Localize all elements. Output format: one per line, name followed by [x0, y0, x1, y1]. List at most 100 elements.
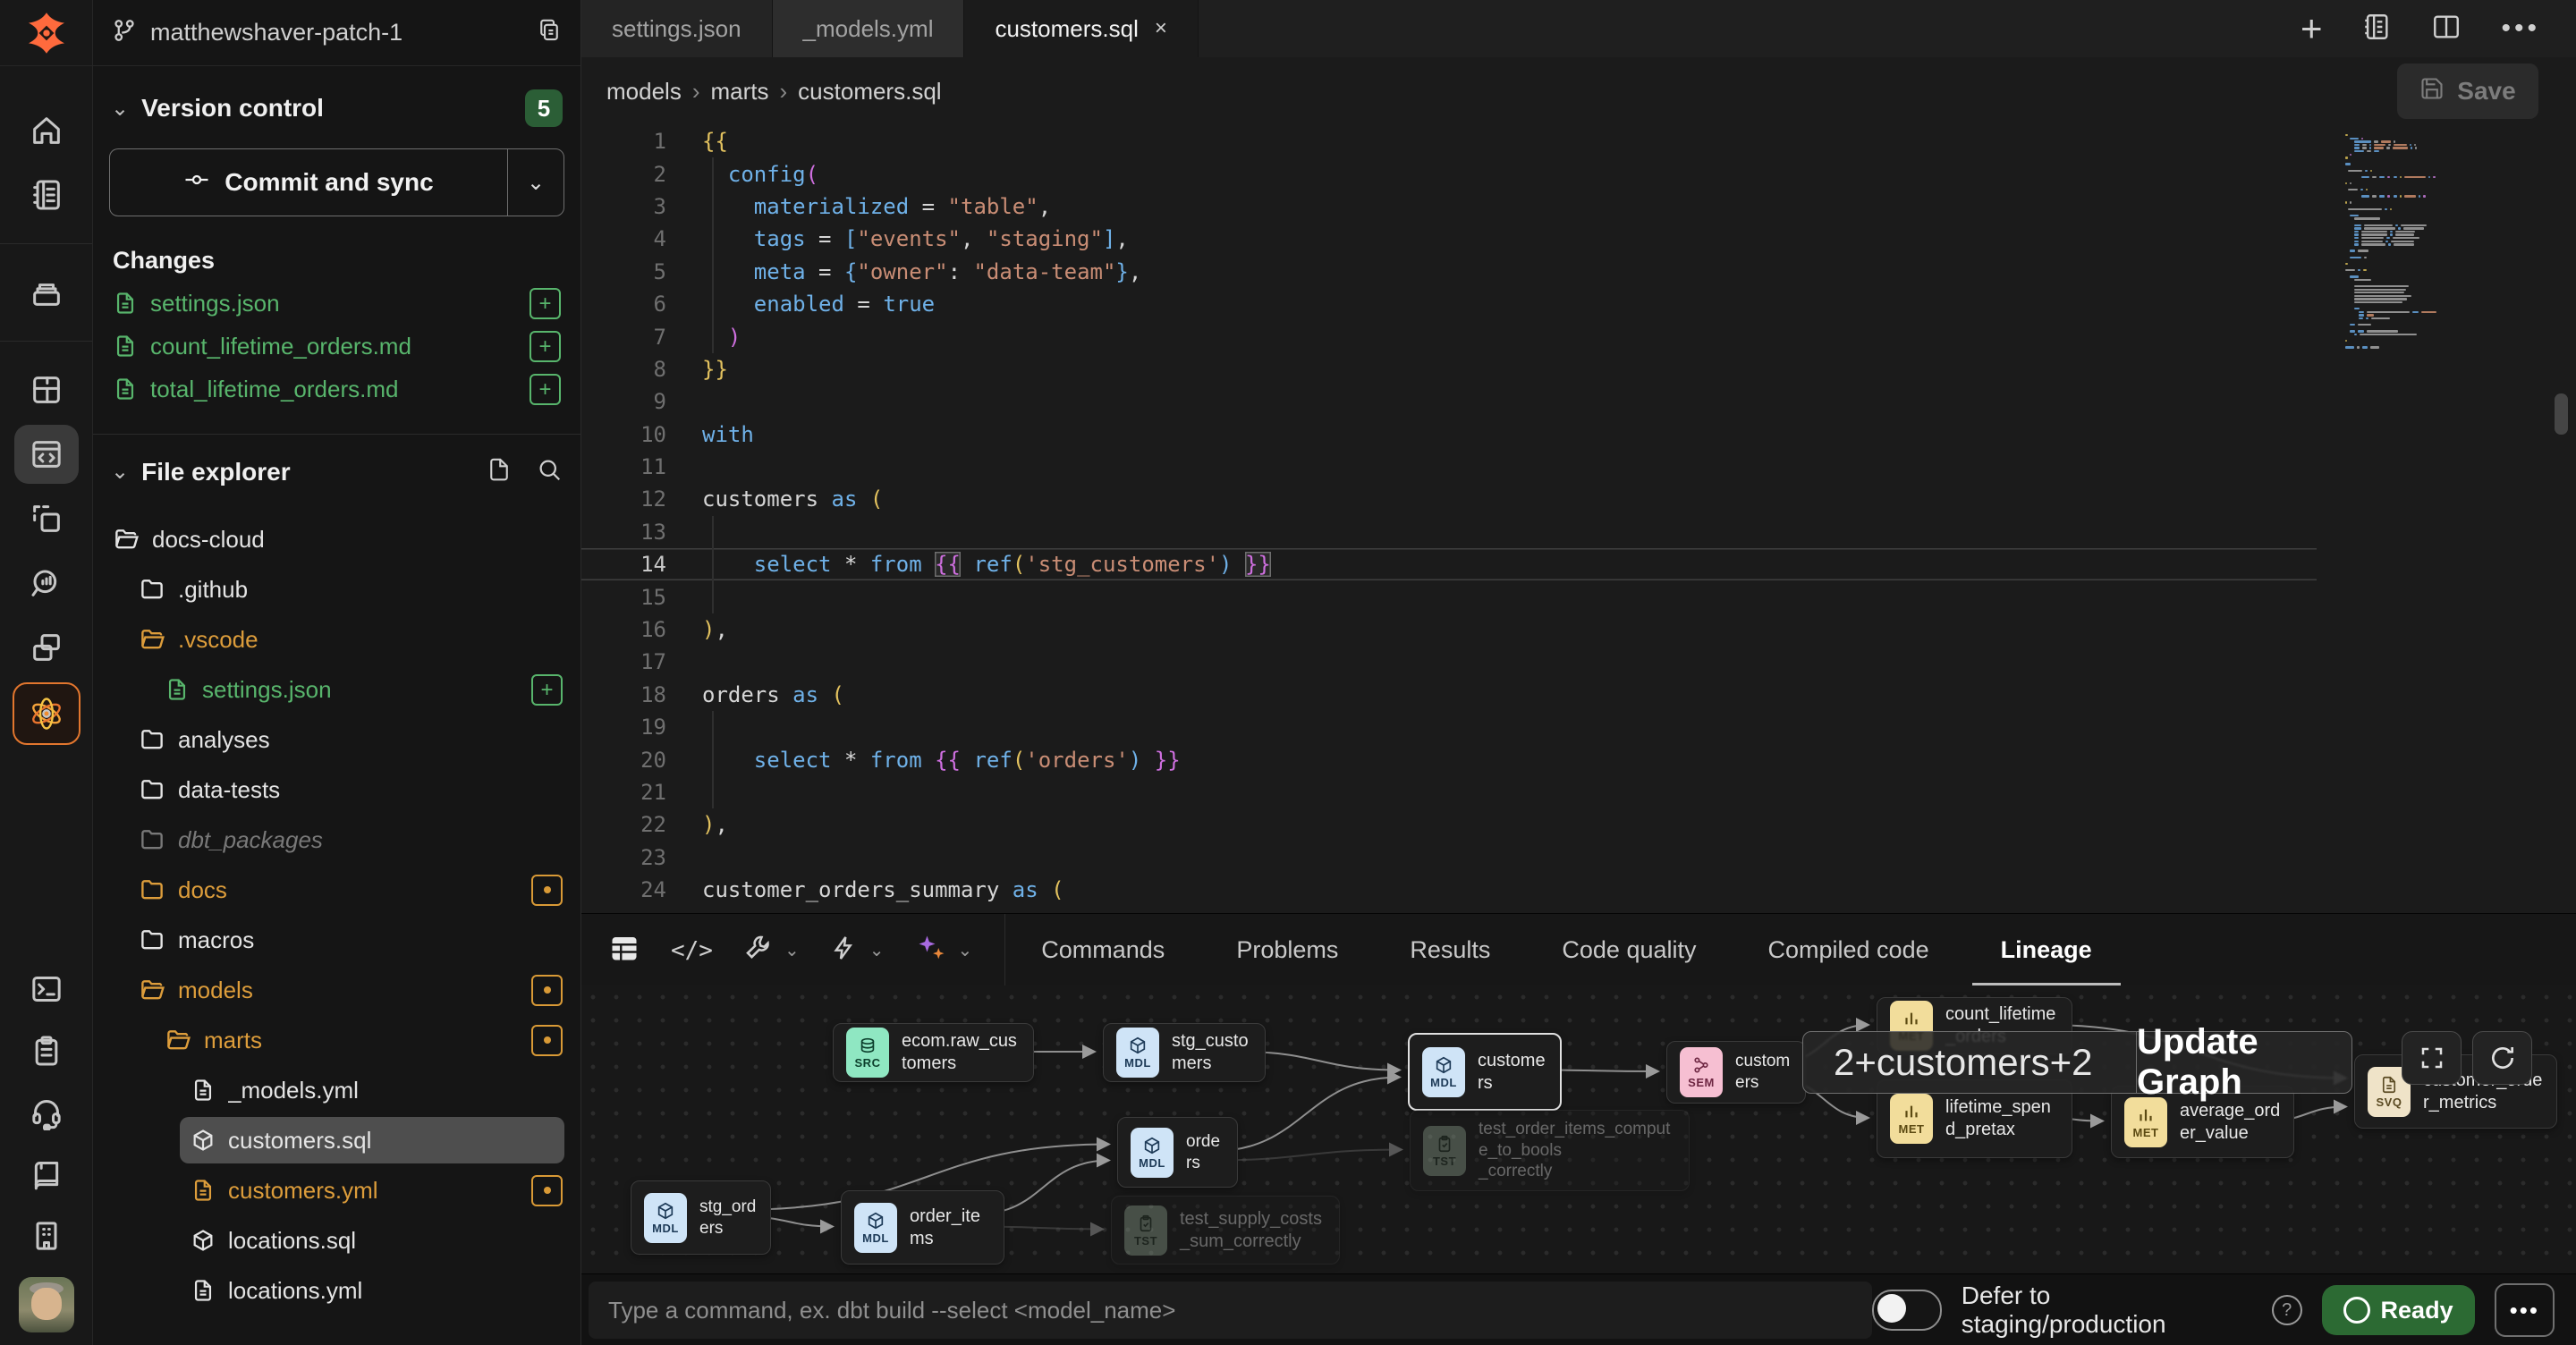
- panel-tab-lineage[interactable]: Lineage: [1965, 914, 2128, 986]
- code-editor[interactable]: 1{{2 config(3 materialized = "table",4 t…: [581, 125, 2576, 913]
- rail-item-book[interactable]: [14, 1145, 79, 1204]
- lineage-node-stg-customers[interactable]: MDLstg_customers: [1103, 1023, 1266, 1082]
- changed-file-row[interactable]: settings.json+: [93, 282, 580, 325]
- code-line-23[interactable]: 23: [581, 842, 2317, 874]
- rail-item-archive[interactable]: [14, 263, 79, 322]
- lineage-node-stg-orders[interactable]: MDLstg_orders: [631, 1180, 771, 1255]
- code-line-22[interactable]: 22),: [581, 808, 2317, 841]
- code-line-8[interactable]: 8}}: [581, 353, 2317, 385]
- code-line-11[interactable]: 11: [581, 451, 2317, 483]
- panel-tab-code-quality[interactable]: Code quality: [1526, 914, 1732, 986]
- close-tab-icon[interactable]: ×: [1155, 16, 1167, 41]
- tree-item-dbt-packages[interactable]: dbt_packages: [93, 815, 580, 865]
- commit-options-chevron[interactable]: ⌄: [507, 149, 564, 216]
- new-tab-icon[interactable]: +: [2301, 7, 2323, 50]
- chevron-down-icon[interactable]: ⌄: [958, 939, 973, 961]
- code-line-3[interactable]: 3 materialized = "table",: [581, 190, 2317, 223]
- lineage-node-test-order-items-compute-to-bools[interactable]: TSTtest_order_items_compute_to_bools_cor…: [1410, 1110, 1690, 1191]
- panel-tab-commands[interactable]: Commands: [1005, 914, 1200, 986]
- new-file-icon[interactable]: [486, 456, 513, 487]
- code-line-5[interactable]: 5 meta = {"owner": "data-team"},: [581, 256, 2317, 288]
- dbt-logo-icon[interactable]: [0, 0, 92, 66]
- tree-item-settings-json[interactable]: settings.json+: [93, 664, 580, 715]
- code-line-21[interactable]: 21: [581, 776, 2317, 808]
- stage-file-button[interactable]: +: [530, 374, 561, 405]
- rail-item-code-editor[interactable]: [14, 425, 79, 484]
- lineage-node-test-supply-costs-sum-correctly[interactable]: TSTtest_supply_costs_sum_correctly: [1111, 1196, 1340, 1265]
- user-avatar[interactable]: [19, 1277, 74, 1332]
- code-line-18[interactable]: 18orders as (: [581, 679, 2317, 711]
- tree-item--models-yml[interactable]: _models.yml: [93, 1065, 580, 1115]
- editor-tab-customers-sql[interactable]: customers.sql×: [964, 0, 1198, 57]
- lineage-query-input[interactable]: 2+customers+2: [1803, 1032, 2136, 1093]
- refresh-graph-button[interactable]: [2472, 1031, 2532, 1085]
- rail-item-explore[interactable]: [14, 554, 79, 613]
- more-options-icon[interactable]: •••: [2501, 13, 2540, 44]
- chevron-down-icon[interactable]: ⌄: [784, 939, 800, 961]
- editor-tab-settings-json[interactable]: settings.json: [581, 0, 773, 57]
- save-button[interactable]: Save: [2397, 63, 2538, 119]
- command-more-button[interactable]: •••: [2495, 1283, 2555, 1337]
- tree-item-macros[interactable]: macros: [93, 915, 580, 965]
- copy-icon[interactable]: [536, 17, 563, 48]
- ai-assist-icon[interactable]: [915, 932, 947, 969]
- branch-selector[interactable]: matthewshaver-patch-1: [93, 0, 580, 66]
- tree-item-locations-yml[interactable]: locations.yml: [93, 1265, 580, 1315]
- code-line-10[interactable]: 10with: [581, 419, 2317, 451]
- stage-file-button[interactable]: +: [531, 674, 563, 706]
- tree-item-marts[interactable]: marts: [93, 1015, 580, 1065]
- lineage-node-customers[interactable]: SEMcustomers: [1666, 1041, 1806, 1104]
- editor-scrollbar[interactable]: [2555, 393, 2568, 435]
- rail-item-terminal[interactable]: [14, 960, 79, 1019]
- tree-item-data-tests[interactable]: data-tests: [93, 765, 580, 815]
- update-graph-button[interactable]: Update Graph: [2136, 1032, 2351, 1093]
- stage-file-button[interactable]: +: [530, 288, 561, 319]
- minimap[interactable]: [2345, 134, 2479, 350]
- help-icon[interactable]: ?: [2272, 1295, 2302, 1325]
- lineage-canvas[interactable]: SRCecom.raw_customers MDLstg_customers MDL…: [581, 985, 2576, 1273]
- code-line-2[interactable]: 2 config(: [581, 157, 2317, 190]
- code-line-19[interactable]: 19: [581, 711, 2317, 743]
- panel-tab-results[interactable]: Results: [1374, 914, 1526, 986]
- notebook-icon[interactable]: [2361, 12, 2392, 47]
- tree-item-customers-sql[interactable]: customers.sql: [93, 1115, 580, 1165]
- split-editor-icon[interactable]: [2431, 12, 2462, 47]
- rail-item-notebook[interactable]: [14, 165, 79, 224]
- rail-item-atom[interactable]: [13, 682, 80, 745]
- code-line-4[interactable]: 4 tags = ["events", "staging"],: [581, 223, 2317, 255]
- defer-toggle[interactable]: [1872, 1290, 1941, 1331]
- lint-fix-icon[interactable]: [830, 934, 859, 967]
- command-input[interactable]: Type a command, ex. dbt build --select <…: [589, 1282, 1872, 1339]
- tree-item--github[interactable]: .github: [93, 564, 580, 614]
- editor-tab--models-yml[interactable]: _models.yml: [773, 0, 965, 57]
- code-line-24[interactable]: 24customer_orders_summary as (: [581, 874, 2317, 906]
- lineage-node-order-items[interactable]: MDLorder_items: [841, 1190, 1004, 1265]
- code-line-12[interactable]: 12customers as (: [581, 483, 2317, 515]
- search-icon[interactable]: [536, 456, 563, 487]
- breadcrumb-segment[interactable]: marts: [711, 78, 769, 105]
- changed-file-row[interactable]: count_lifetime_orders.md+: [93, 325, 580, 368]
- breadcrumb-segment[interactable]: models: [606, 78, 682, 105]
- version-control-header[interactable]: ⌄ Version control 5: [93, 66, 580, 136]
- code-line-14[interactable]: 14 select * from {{ ref('stg_customers')…: [581, 548, 2317, 580]
- build-tools-icon[interactable]: [743, 933, 774, 968]
- code-line-6[interactable]: 6 enabled = true: [581, 288, 2317, 320]
- rail-item-dashboard[interactable]: [14, 360, 79, 419]
- rail-item-windows[interactable]: [14, 618, 79, 677]
- lineage-node-ecom-raw-customers[interactable]: SRCecom.raw_customers: [833, 1023, 1034, 1082]
- file-explorer-header[interactable]: ⌄ File explorer: [93, 435, 580, 502]
- tree-item--vscode[interactable]: .vscode: [93, 614, 580, 664]
- status-ready-button[interactable]: Ready: [2322, 1285, 2475, 1335]
- lineage-node-customers[interactable]: MDLcustomers: [1408, 1033, 1562, 1111]
- panel-tab-problems[interactable]: Problems: [1200, 914, 1374, 986]
- tree-item-models[interactable]: models: [93, 965, 580, 1015]
- rail-item-home[interactable]: [14, 101, 79, 160]
- results-table-icon[interactable]: [608, 932, 640, 969]
- tree-item-docs[interactable]: docs: [93, 865, 580, 915]
- tree-item-docs-cloud[interactable]: docs-cloud: [93, 514, 580, 564]
- code-panel-icon[interactable]: </>: [671, 937, 713, 964]
- breadcrumb-segment[interactable]: customers.sql: [798, 78, 941, 105]
- code-line-20[interactable]: 20 select * from {{ ref('orders') }}: [581, 743, 2317, 775]
- tree-item-locations-sql[interactable]: locations.sql: [93, 1215, 580, 1265]
- rail-item-canvas[interactable]: [14, 489, 79, 548]
